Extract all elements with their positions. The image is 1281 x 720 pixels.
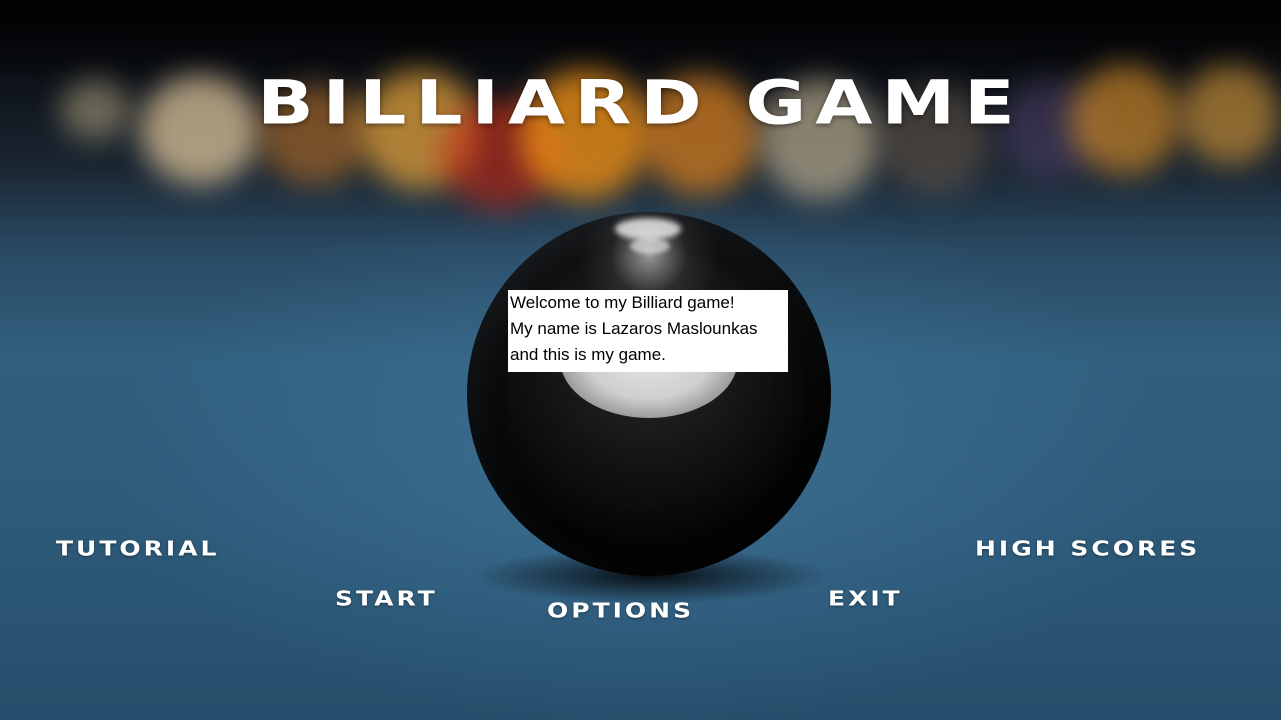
welcome-message-box: Welcome to my Billiard game! My name is …: [508, 290, 788, 372]
main-menu-screen: BILLIARD GAME Welcome to my Billiard gam…: [0, 0, 1281, 720]
exit-button[interactable]: EXIT: [828, 587, 903, 611]
high-scores-button[interactable]: HIGH SCORES: [975, 537, 1200, 561]
welcome-line: and this is my game.: [510, 345, 666, 364]
ball-highlight: [630, 238, 670, 254]
start-button[interactable]: START: [335, 587, 438, 611]
options-button[interactable]: OPTIONS: [547, 599, 694, 623]
ball-highlight: [615, 218, 681, 240]
welcome-line: Welcome to my Billiard game!: [510, 293, 735, 312]
game-title: BILLIARD GAME: [257, 67, 1024, 139]
welcome-line: My name is Lazaros Maslounkas: [510, 319, 758, 338]
tutorial-button[interactable]: TUTORIAL: [56, 537, 220, 561]
